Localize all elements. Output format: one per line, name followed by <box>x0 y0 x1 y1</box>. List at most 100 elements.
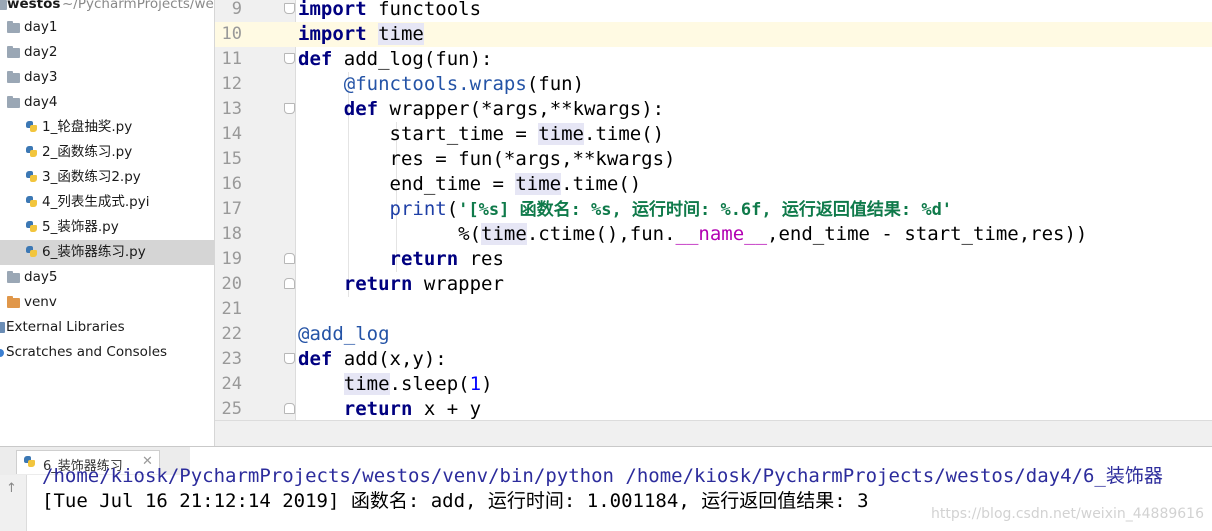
folder-icon <box>7 71 20 83</box>
tree-item-label: 2_函数练习.py <box>42 144 133 160</box>
number-literal: 1 <box>469 373 482 395</box>
statement: res = fun(*args,**kwargs) <box>389 148 676 170</box>
line-number: 10 <box>221 24 242 44</box>
builtin: print <box>389 198 447 220</box>
fold-marker-icon[interactable] <box>284 3 295 14</box>
code-line-22: @add_log <box>298 322 390 347</box>
fold-marker-icon[interactable] <box>284 53 295 64</box>
decorator: functools. <box>355 73 470 95</box>
line-number: 18 <box>221 224 242 244</box>
python-file-icon <box>25 120 39 134</box>
keyword: return <box>343 398 413 420</box>
keyword: return <box>389 248 459 270</box>
tree-item-file-1[interactable]: 1_轮盘抽奖.py <box>0 115 214 140</box>
line-number: 14 <box>221 124 242 144</box>
identifier: time <box>538 123 584 145</box>
string-literal: '[%s] 函数名: %s, 运行时间: %.6f, 运行返回值结果: %d' <box>458 200 953 220</box>
tree-item-external-libraries[interactable]: External Libraries <box>0 315 214 340</box>
tree-item-label: venv <box>24 294 57 310</box>
watermark: https://blog.csdn.net/weixin_44889616 <box>930 506 1204 522</box>
tree-item-day1[interactable]: day1 <box>0 15 214 40</box>
folder-open-icon <box>7 96 20 108</box>
line-number: 9 <box>231 0 242 19</box>
tree-item-label: 6_装饰器练习.py <box>42 244 146 260</box>
tree-item-scratches[interactable]: Scratches and Consoles <box>0 340 214 365</box>
python-file-icon <box>25 170 39 184</box>
code-line-11: def add_log(fun): <box>298 47 493 72</box>
code-line-14: start_time = time.time() <box>298 122 664 147</box>
statement: .ctime(),fun. <box>526 223 676 245</box>
code-line-20: return wrapper <box>298 272 504 297</box>
folder-icon <box>7 46 20 58</box>
run-panel: 6_装饰器练习 ✕ ↑ /home/kiosk/PycharmProjects/… <box>0 446 1212 531</box>
fold-marker-icon[interactable] <box>284 103 295 114</box>
tree-item-label: day4 <box>24 94 58 110</box>
line-number: 11 <box>221 49 242 69</box>
tree-item-label: day2 <box>24 44 58 60</box>
fold-marker-icon[interactable] <box>284 403 295 414</box>
tree-item-label: day1 <box>24 19 58 35</box>
line-number: 24 <box>221 374 242 394</box>
statement: .time() <box>584 123 665 145</box>
statement: x + y <box>423 398 482 420</box>
decorator: @ <box>343 73 356 95</box>
statement: .time() <box>561 173 642 195</box>
tree-item-file-5[interactable]: 5_装饰器.py <box>0 215 214 240</box>
python-file-icon <box>25 145 39 159</box>
dunder-attribute: __name__ <box>675 223 768 245</box>
line-number: 25 <box>221 399 242 419</box>
keyword: return <box>343 273 413 295</box>
line-number: 17 <box>221 199 242 219</box>
line-number: 12 <box>221 74 242 94</box>
fold-marker-icon[interactable] <box>284 353 295 364</box>
statement: %( <box>458 223 482 245</box>
tree-item-label: day5 <box>24 269 58 285</box>
gutter-divider <box>295 0 296 420</box>
code-line-10: import time <box>298 22 424 47</box>
tree-item-day3[interactable]: day3 <box>0 65 214 90</box>
code-line-9: import functools <box>298 0 481 22</box>
decorator: wraps <box>469 73 527 95</box>
folder-icon <box>7 21 20 33</box>
tree-item-day5[interactable]: day5 <box>0 265 214 290</box>
fold-marker-icon[interactable] <box>284 278 295 289</box>
tree-item-file-6-selected[interactable]: 6_装饰器练习.py <box>0 240 214 265</box>
fold-marker-icon[interactable] <box>284 253 295 264</box>
tree-item-file-3[interactable]: 3_函数练习2.py <box>0 165 214 190</box>
code-line-19: return res <box>298 247 504 272</box>
tree-item-day2[interactable]: day2 <box>0 40 214 65</box>
statement: .sleep( <box>389 373 470 395</box>
code-editor[interactable]: 9 10 11 12 13 14 15 16 17 18 19 20 21 22… <box>215 0 1212 420</box>
line-number: 22 <box>221 324 242 344</box>
up-arrow-icon[interactable]: ↑ <box>6 481 17 496</box>
statement: start_time = <box>389 123 539 145</box>
keyword: def <box>298 348 333 370</box>
identifier: functools <box>378 0 482 20</box>
folder-icon <box>0 0 7 10</box>
tree-item-label: day3 <box>24 69 58 85</box>
tree-item-file-2[interactable]: 2_函数练习.py <box>0 140 214 165</box>
tree-item-label: External Libraries <box>6 319 125 335</box>
keyword: import <box>298 23 367 45</box>
code-line-25: return x + y <box>298 397 481 420</box>
code-line-17: print('[%s] 函数名: %s, 运行时间: %.6f, 运行返回值结果… <box>298 197 953 223</box>
keyword: def <box>343 98 379 120</box>
python-file-icon <box>25 220 39 234</box>
identifier: time <box>343 373 390 395</box>
tree-item-file-4[interactable]: 4_列表生成式.pyi <box>0 190 214 215</box>
punctuation: ) <box>481 373 493 395</box>
editor-horizontal-scrollbar[interactable] <box>215 420 1212 447</box>
statement: end_time = <box>389 173 516 195</box>
tree-item-venv[interactable]: venv <box>0 290 214 315</box>
decorator: @ <box>298 323 310 345</box>
tree-item-label: 5_装饰器.py <box>42 219 119 235</box>
tree-item-day4[interactable]: day4 <box>0 90 214 115</box>
console-command-line: /home/kiosk/PycharmProjects/westos/venv/… <box>42 465 1163 487</box>
code-line-24: time.sleep(1) <box>298 372 493 397</box>
line-number: 23 <box>221 349 242 369</box>
code-line-18: %(time.ctime(),fun.__name__,end_time - s… <box>298 222 1087 247</box>
punctuation: ( <box>446 198 459 220</box>
code-line-15: res = fun(*args,**kwargs) <box>298 147 676 172</box>
function-signature: add_log(fun): <box>343 48 493 70</box>
tree-item-label: 4_列表生成式.pyi <box>42 194 150 210</box>
